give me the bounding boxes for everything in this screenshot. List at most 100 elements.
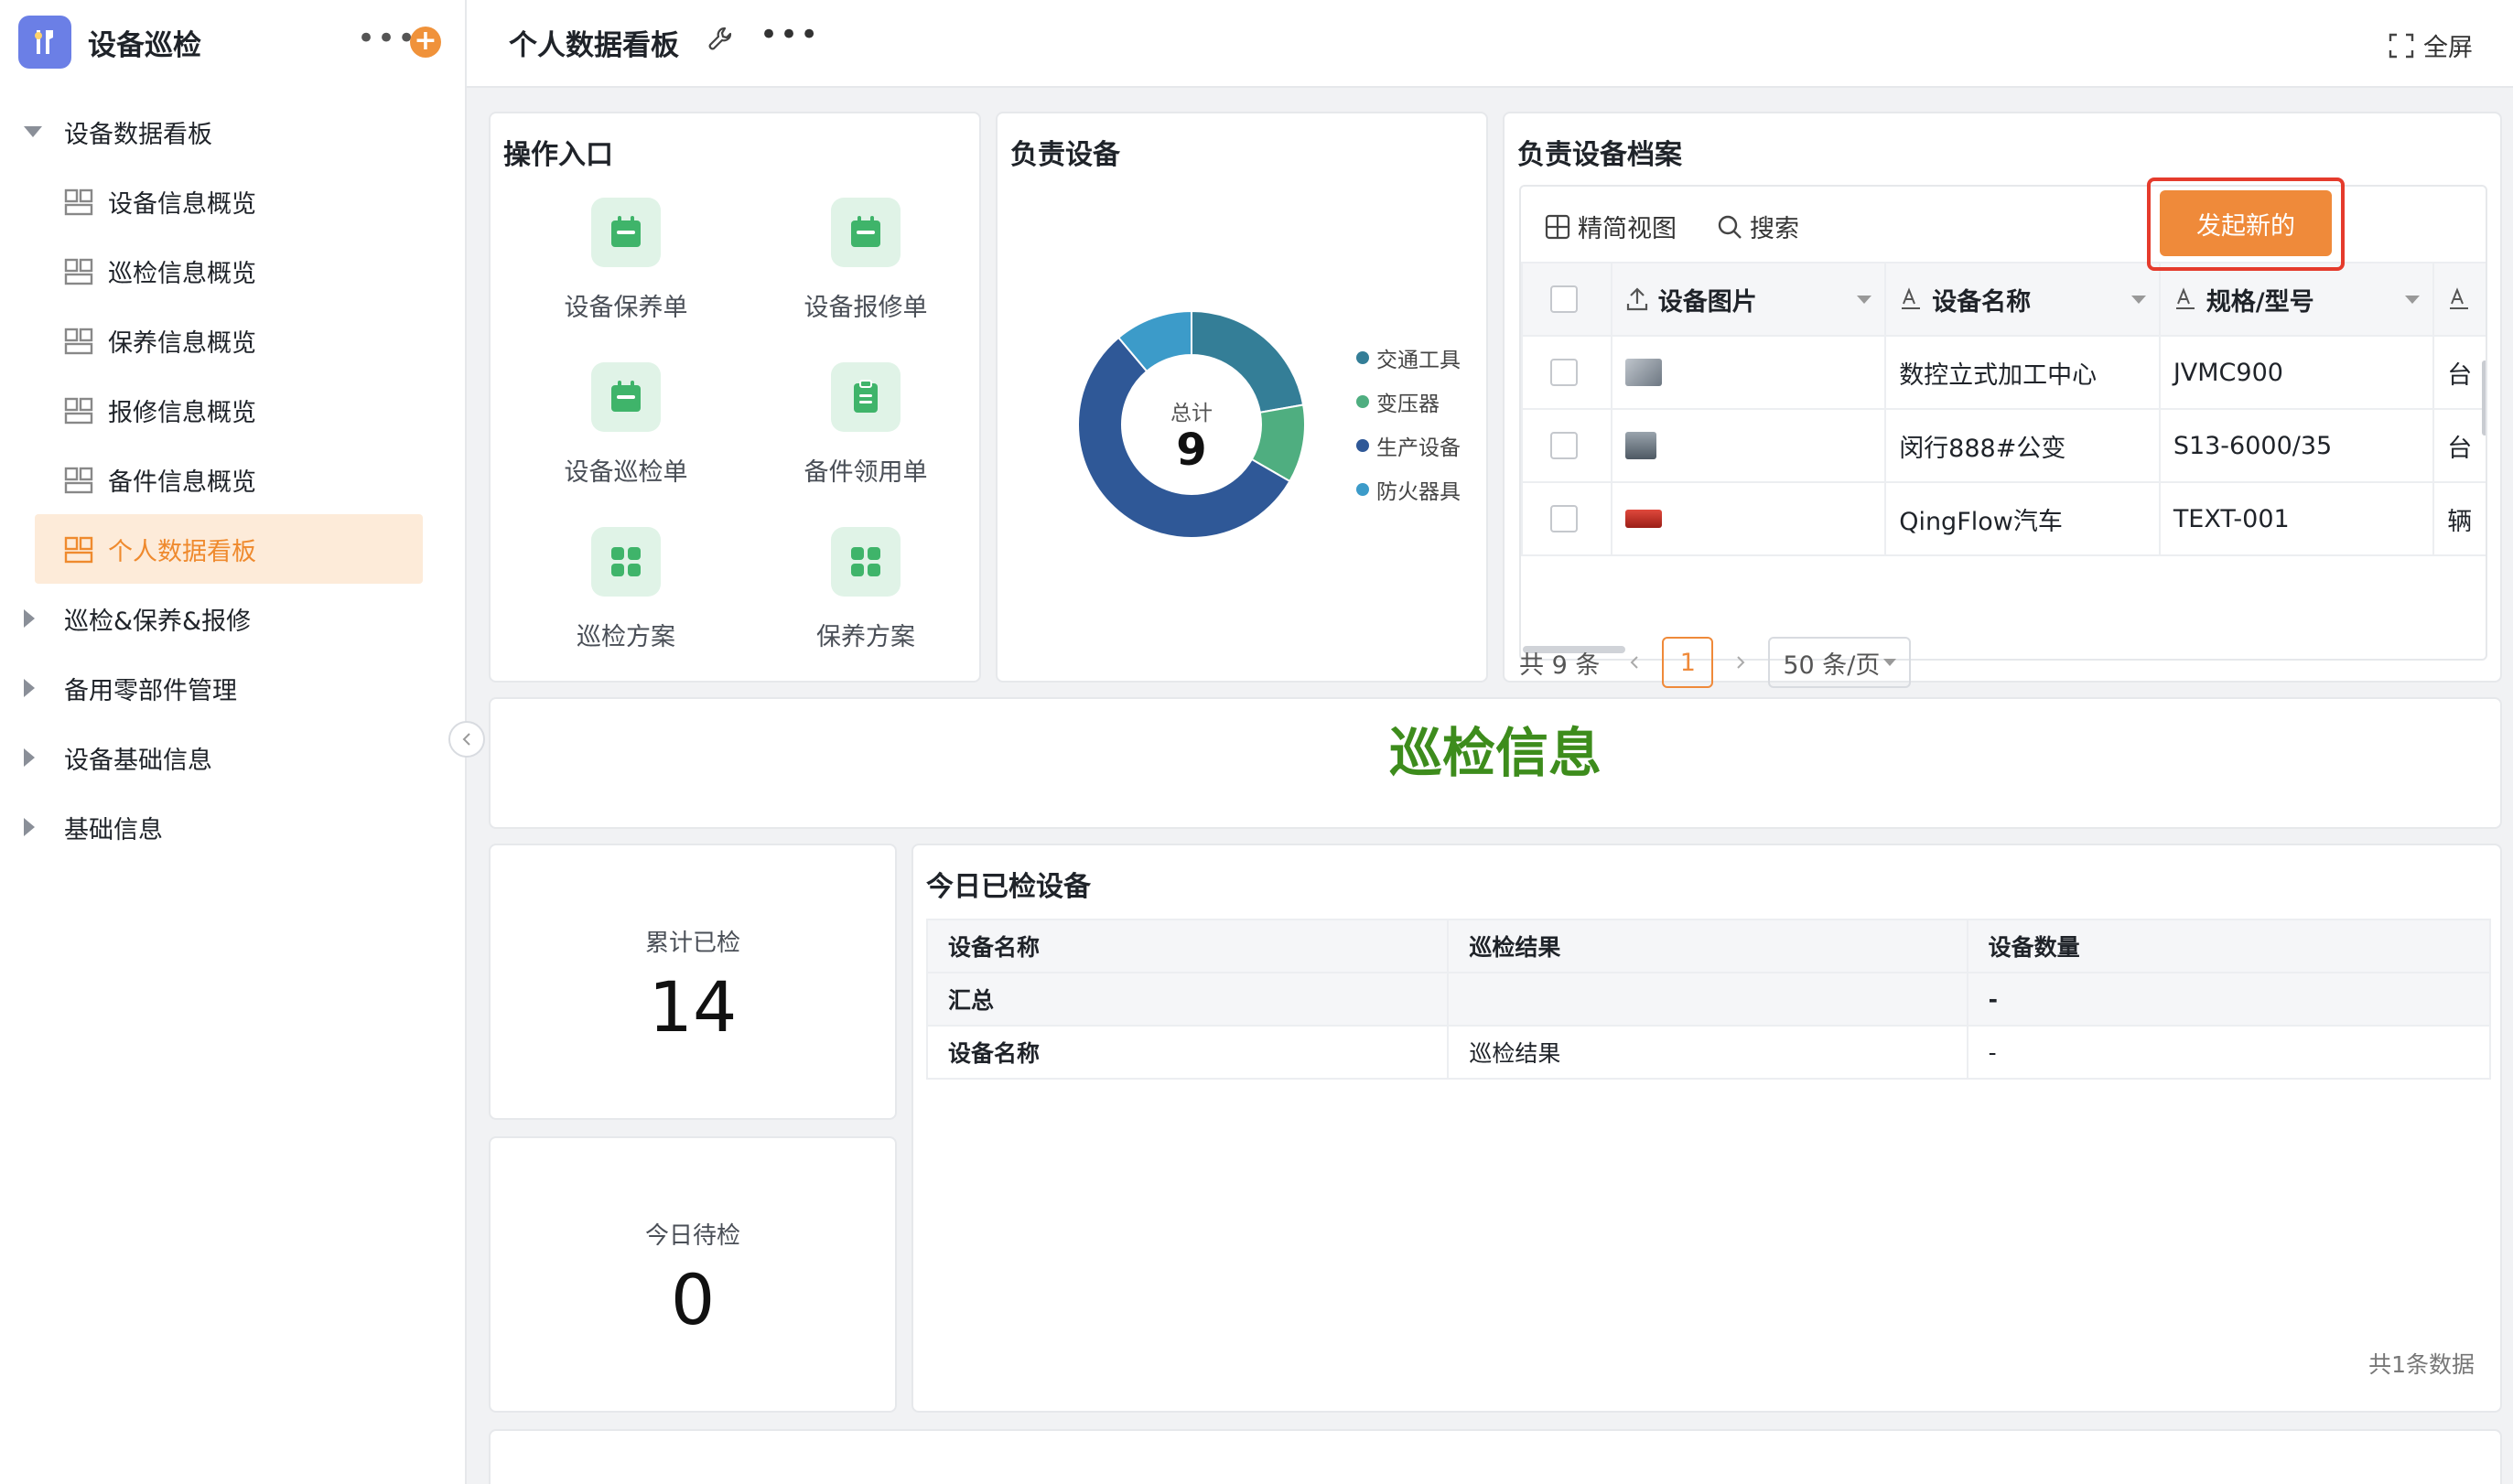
table-row[interactable]: 设备名称 巡检结果 - — [925, 1025, 2492, 1080]
sidebar-item-label: 报修信息概览 — [108, 398, 256, 427]
column-header-label: 规格/型号 — [2206, 287, 2314, 317]
text-field-icon — [2175, 287, 2195, 309]
stat-value: 14 — [648, 966, 738, 1048]
column-header[interactable]: 设备图片 — [1610, 262, 1887, 337]
sidebar-item-inspect-maintain-repair[interactable]: 巡检&保养&报修 — [0, 584, 465, 653]
quick-entry-inspection-order[interactable]: 设备巡检单 — [525, 362, 727, 488]
caret-down-icon — [24, 126, 42, 137]
app-add-icon[interactable]: + — [410, 27, 441, 58]
sidebar-item-personal-dashboard[interactable]: 个人数据看板 — [35, 514, 423, 584]
row-checkbox[interactable] — [1550, 432, 1578, 459]
archive-card: 负责设备档案 精简视图 搜索 设备图片 设备名称 规格/型号 数控立式加工中心 … — [1503, 112, 2502, 688]
legend-item[interactable]: 变压器 — [1356, 386, 1440, 417]
table-cell: - — [1966, 1025, 2492, 1080]
quick-entry-maintenance-plan[interactable]: 保养方案 — [765, 527, 966, 652]
table-row[interactable]: 数控立式加工中心 JVMC900 台 — [1521, 335, 2486, 410]
legend-item[interactable]: 交通工具 — [1356, 342, 1461, 373]
start-new-button[interactable]: 发起新的 — [2160, 190, 2332, 256]
row-checkbox[interactable] — [1550, 359, 1578, 386]
table-cell: 台 — [2432, 408, 2486, 483]
sidebar-item-device-overview[interactable]: 设备信息概览 — [0, 167, 465, 236]
table-cell: S13-6000/35 — [2158, 408, 2435, 483]
legend-item[interactable]: 生产设备 — [1356, 430, 1461, 461]
sort-dropdown-icon[interactable] — [2405, 295, 2421, 304]
sidebar-item-basic-info[interactable]: 基础信息 — [0, 792, 465, 862]
more-icon[interactable]: ••• — [760, 16, 820, 53]
column-header[interactable]: 规格/型号 — [2158, 262, 2435, 337]
donut-total-value: 9 — [1176, 425, 1207, 476]
page-size-select[interactable]: 50 条/页 — [1768, 637, 1912, 688]
sidebar-item-spare-overview[interactable]: 备件信息概览 — [0, 445, 465, 514]
select-all-checkbox[interactable] — [1550, 285, 1578, 313]
app-more-icon[interactable]: ••• — [357, 20, 417, 57]
sidebar-item-label: 个人数据看板 — [108, 537, 256, 566]
search-button[interactable]: 搜索 — [1717, 209, 1799, 244]
sidebar-item-device-basic-info[interactable]: 设备基础信息 — [0, 723, 465, 792]
record-count: 共1条数据 — [2368, 1351, 2475, 1378]
legend-item[interactable]: 防火器具 — [1356, 474, 1461, 505]
quick-entry-inspection-plan[interactable]: 巡检方案 — [525, 527, 727, 652]
sidebar-item-label: 设备数据看板 — [64, 120, 212, 149]
quick-entry-label: 保养方案 — [816, 623, 915, 651]
card-title: 负责设备档案 — [1517, 139, 1682, 171]
legend-dot — [1356, 483, 1369, 496]
table-row[interactable]: QingFlow汽车 TEXT-001 辆 — [1521, 481, 2486, 556]
compact-view-button[interactable]: 精简视图 — [1545, 209, 1677, 244]
select-all-cell[interactable] — [1521, 262, 1612, 337]
inspection-section-card: 巡检信息 — [489, 697, 2502, 829]
chevron-down-icon — [1883, 659, 1897, 666]
archive-table: 设备图片 设备名称 规格/型号 数控立式加工中心 JVMC900 台 闵行888… — [1521, 262, 2486, 556]
sidebar-item-repair-overview[interactable]: 报修信息概览 — [0, 375, 465, 445]
vertical-scrollbar[interactable] — [2482, 360, 2486, 436]
equipment-thumbnail[interactable] — [1624, 432, 1656, 459]
today-inspected-card: 今日已检设备 设备名称 巡检结果 设备数量 汇总 - 设备名称 巡检结果 - 共… — [911, 844, 2502, 1413]
caret-right-icon — [24, 679, 35, 697]
card-title: 负责设备 — [1010, 139, 1120, 171]
legend-label: 防火器具 — [1376, 480, 1461, 504]
legend-dot — [1356, 439, 1369, 452]
calendar-icon — [591, 362, 661, 432]
table-header-row: 设备图片 设备名称 规格/型号 — [1521, 262, 2486, 337]
column-header: 巡检结果 — [1447, 919, 1968, 973]
table-cell: JVMC900 — [2158, 335, 2435, 410]
fullscreen-button[interactable]: 全屏 — [2389, 27, 2473, 63]
quick-entry-repair-order[interactable]: 设备报修单 — [765, 198, 966, 323]
equipment-thumbnail[interactable] — [1624, 510, 1662, 528]
sidebar-item-label: 设备信息概览 — [108, 189, 256, 219]
sort-dropdown-icon[interactable] — [1857, 295, 1872, 304]
compact-view-label: 精简视图 — [1578, 215, 1677, 243]
quick-entry-maintenance-order[interactable]: 设备保养单 — [525, 198, 727, 323]
column-header[interactable] — [2432, 262, 2486, 337]
table-cell: 闵行888#公变 — [1884, 408, 2161, 483]
chevron-left-icon — [462, 733, 470, 746]
row-checkbox[interactable] — [1550, 505, 1578, 532]
calendar-icon — [591, 198, 661, 267]
stat-value: 0 — [670, 1259, 716, 1340]
quick-entry-label: 备件领用单 — [804, 458, 928, 487]
column-header[interactable]: 设备名称 — [1884, 262, 2161, 337]
pagination: 共 9 条 1 50 条/页 — [1519, 633, 1912, 692]
stat-label: 今日待检 — [644, 1222, 740, 1250]
page-number[interactable]: 1 — [1662, 637, 1714, 688]
cumulative-stat-card: 累计已检 14 — [489, 844, 897, 1120]
app-name: 设备巡检 — [88, 28, 201, 62]
table-cell: 辆 — [2432, 481, 2486, 556]
grid-icon — [591, 527, 661, 597]
fullscreen-label: 全屏 — [2423, 34, 2473, 62]
sidebar-item-maintenance-overview[interactable]: 保养信息概览 — [0, 306, 465, 375]
sidebar-item-spare-parts[interactable]: 备用零部件管理 — [0, 653, 465, 723]
wrench-icon[interactable] — [706, 26, 734, 53]
sort-dropdown-icon[interactable] — [2130, 295, 2146, 304]
sidebar-item-device-dashboard[interactable]: 设备数据看板 — [0, 97, 465, 167]
table-cell: 台 — [2432, 335, 2486, 410]
table-row[interactable]: 闵行888#公变 S13-6000/35 台 — [1521, 408, 2486, 483]
sidebar-item-inspection-overview[interactable]: 巡检信息概览 — [0, 236, 465, 306]
equipment-thumbnail[interactable] — [1624, 359, 1662, 386]
chevron-left-icon[interactable] — [1625, 653, 1644, 672]
dashboard-icon — [64, 397, 93, 425]
sidebar-collapse-button[interactable] — [448, 721, 485, 758]
search-label: 搜索 — [1750, 215, 1799, 243]
table-cell — [1447, 972, 1968, 1027]
chevron-right-icon[interactable] — [1731, 653, 1750, 672]
quick-entry-spare-request[interactable]: 备件领用单 — [765, 362, 966, 488]
